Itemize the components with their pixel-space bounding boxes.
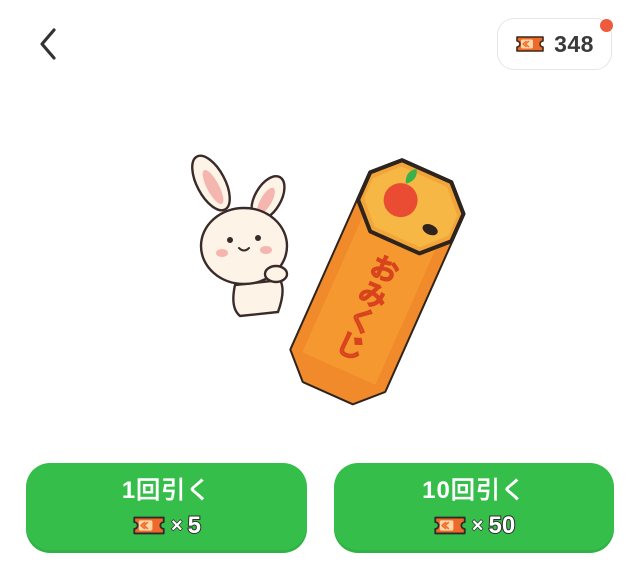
draw-ten-label: 10回引く (422, 476, 526, 504)
cost-value: 50 (487, 511, 516, 539)
omikuji-illustration: おみくじ (191, 154, 466, 406)
ticket-count: 348 (554, 30, 594, 57)
chevron-left-icon (40, 28, 56, 60)
draw-once-button[interactable]: 1回引く × 5 (26, 463, 307, 553)
rabbit-character (191, 154, 289, 318)
draw-once-label: 1回引く (121, 476, 212, 504)
draw-ten-button[interactable]: 10回引く × 50 (334, 463, 614, 553)
draw-once-cost: × 5 (132, 511, 202, 539)
multiply-sign: × (170, 514, 183, 537)
multiply-sign: × (471, 514, 484, 537)
ticket-icon (434, 516, 466, 535)
cost-value: 5 (187, 511, 202, 539)
ticket-icon (516, 36, 544, 52)
draw-ten-cost: × 50 (433, 511, 516, 539)
notification-dot (600, 19, 613, 32)
omikuji-box: おみくじ (289, 158, 466, 406)
ticket-icon (133, 516, 165, 535)
ticket-balance[interactable]: 348 (497, 18, 612, 70)
back-button[interactable] (26, 22, 70, 66)
